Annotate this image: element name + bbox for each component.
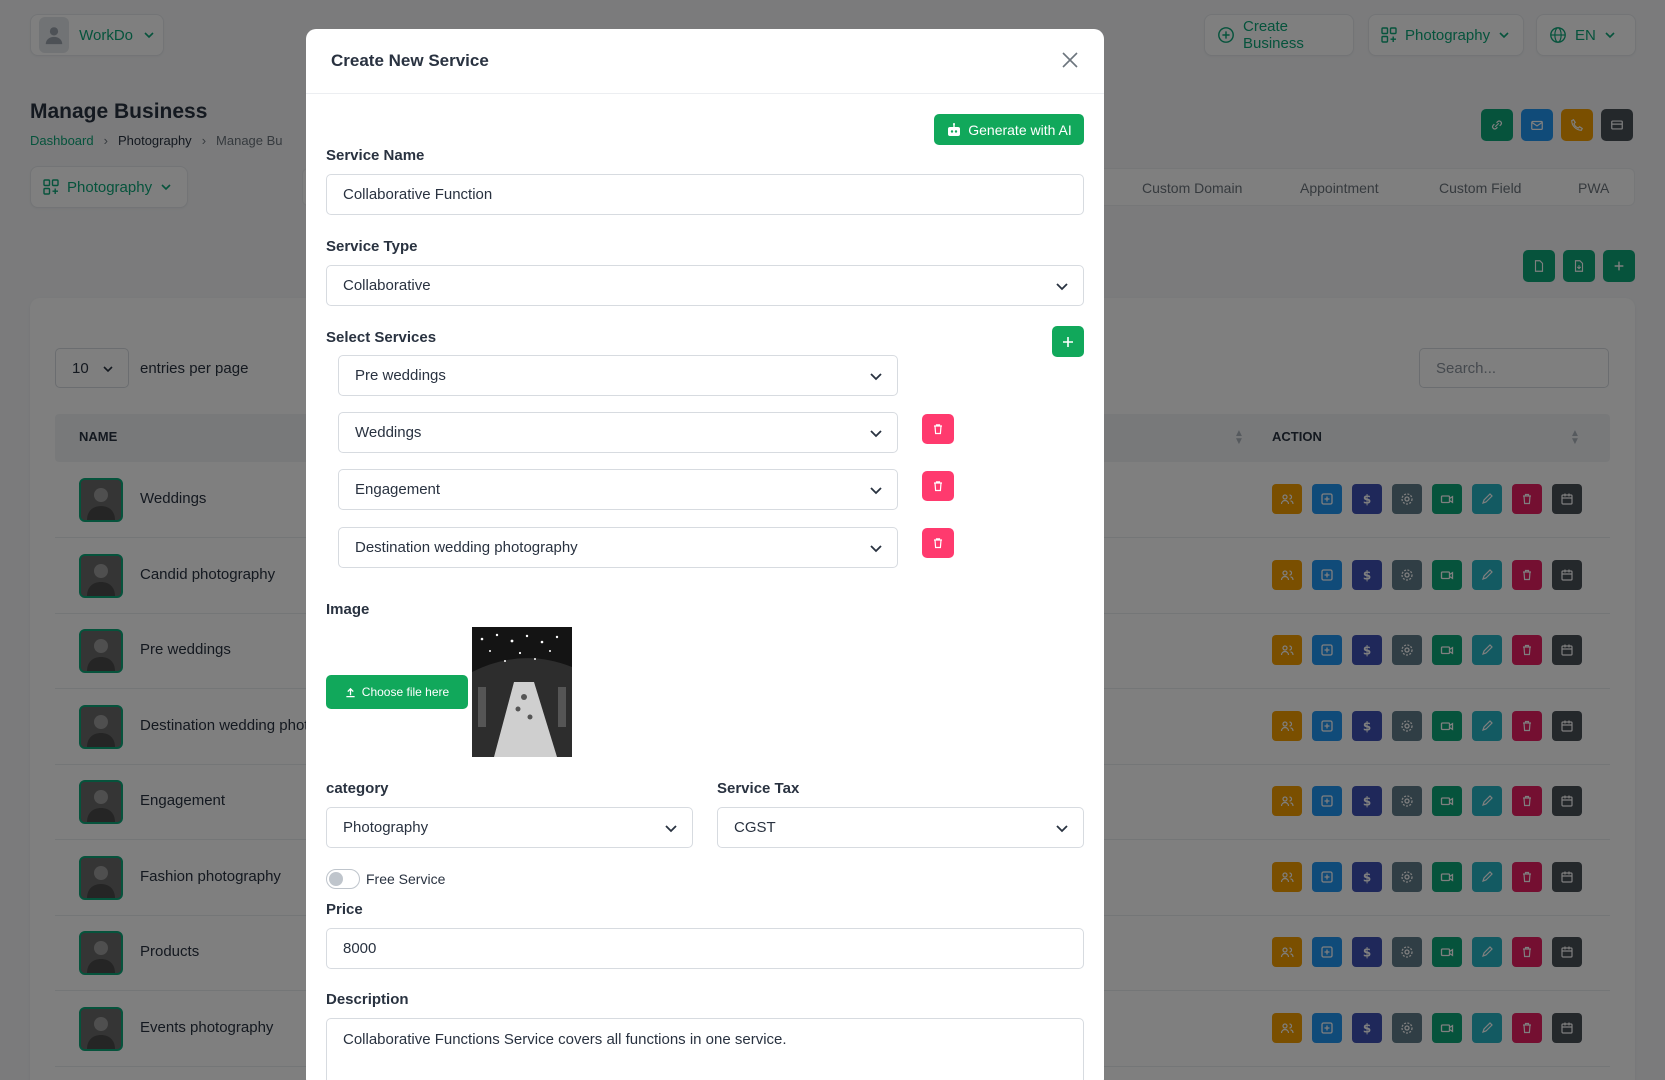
chevron-down-icon bbox=[664, 821, 678, 835]
create-service-modal: Create New Service Generate with AI Serv… bbox=[306, 29, 1104, 1080]
price-input[interactable]: 8000 bbox=[326, 928, 1084, 969]
service-tax-select[interactable]: CGST bbox=[717, 807, 1084, 848]
service-tax-label: Service Tax bbox=[717, 780, 800, 797]
chevron-down-icon bbox=[869, 426, 883, 440]
add-service-row-button[interactable] bbox=[1052, 326, 1084, 357]
remove-service-button[interactable] bbox=[922, 528, 954, 558]
upload-icon bbox=[345, 687, 356, 698]
choose-file-button[interactable]: Choose file here bbox=[326, 675, 468, 709]
chevron-down-icon bbox=[1055, 279, 1069, 293]
service-type-select[interactable]: Collaborative bbox=[326, 265, 1084, 306]
generate-ai-button[interactable]: Generate with AI bbox=[934, 114, 1084, 145]
service-name-label: Service Name bbox=[326, 147, 425, 164]
free-service-toggle[interactable] bbox=[326, 869, 360, 889]
price-label: Price bbox=[326, 901, 363, 918]
close-icon[interactable] bbox=[1061, 51, 1079, 69]
toggle-knob bbox=[329, 872, 343, 886]
service-select-1[interactable]: Pre weddings bbox=[338, 355, 898, 396]
chevron-down-icon bbox=[869, 541, 883, 555]
remove-service-button[interactable] bbox=[922, 414, 954, 444]
service-name-input[interactable]: Collaborative Function bbox=[326, 174, 1084, 215]
modal-header: Create New Service bbox=[306, 29, 1104, 94]
service-select-2[interactable]: Weddings bbox=[338, 412, 898, 453]
image-preview bbox=[472, 627, 572, 757]
description-label: Description bbox=[326, 991, 409, 1008]
plus-icon bbox=[1062, 336, 1074, 348]
chevron-down-icon bbox=[1055, 821, 1069, 835]
service-select-3[interactable]: Engagement bbox=[338, 469, 898, 510]
free-service-label: Free Service bbox=[366, 871, 446, 887]
modal-title: Create New Service bbox=[331, 51, 489, 70]
service-select-4[interactable]: Destination wedding photography bbox=[338, 527, 898, 568]
chevron-down-icon bbox=[869, 369, 883, 383]
select-services-label: Select Services bbox=[326, 329, 437, 346]
remove-service-button[interactable] bbox=[922, 471, 954, 501]
description-textarea[interactable]: Collaborative Functions Service covers a… bbox=[326, 1018, 1084, 1080]
category-label: category bbox=[326, 780, 389, 797]
category-select[interactable]: Photography bbox=[326, 807, 693, 848]
image-label: Image bbox=[326, 601, 370, 618]
chevron-down-icon bbox=[869, 483, 883, 497]
service-type-label: Service Type bbox=[326, 238, 418, 255]
robot-icon bbox=[946, 122, 962, 138]
